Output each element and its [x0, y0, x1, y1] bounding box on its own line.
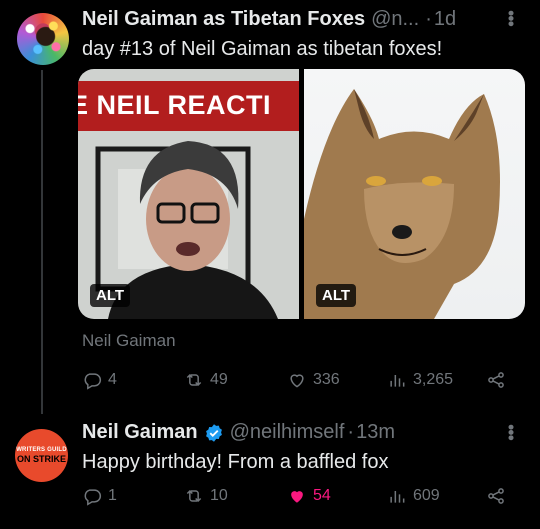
- separator-dot: ·: [425, 8, 432, 30]
- media-image-neil[interactable]: E NEIL REACTI ALT: [78, 69, 299, 319]
- retweet-icon: [186, 489, 202, 503]
- author-name[interactable]: Neil Gaiman as Tibetan Foxes: [82, 8, 365, 31]
- tweet-text: day #13 of Neil Gaiman as tibetan foxes!: [82, 38, 443, 60]
- views-button[interactable]: 609: [387, 486, 440, 506]
- reply-count: 1: [108, 487, 117, 504]
- author-handle[interactable]: @n...: [371, 8, 419, 31]
- separator-dot: ·: [347, 421, 355, 443]
- tweet-header: Neil Gaiman as Tibetan Foxes @n... · 1d: [82, 8, 456, 31]
- more-icon[interactable]: •••: [501, 424, 521, 440]
- like-count: 336: [313, 371, 340, 388]
- alt-badge[interactable]: ALT: [90, 284, 131, 307]
- alt-badge[interactable]: ALT: [316, 284, 357, 307]
- avatar-text-bottom: ON STRIKE: [16, 454, 66, 464]
- share-icon: [488, 372, 504, 388]
- like-count: 54: [313, 487, 331, 504]
- share-button[interactable]: [486, 486, 506, 506]
- view-count: 3,265: [413, 371, 454, 388]
- like-icon: [290, 374, 304, 388]
- like-button[interactable]: 336: [287, 370, 340, 390]
- views-icon: [390, 491, 405, 503]
- timestamp[interactable]: 1d: [434, 8, 456, 31]
- retweet-button[interactable]: 10: [184, 486, 228, 506]
- reply-icon: [84, 373, 102, 390]
- media-image-fox[interactable]: ALT: [304, 69, 525, 319]
- fox-photo: [304, 89, 500, 319]
- like-icon: [291, 491, 303, 503]
- action-bar: 4 49 336 3,265: [82, 370, 514, 396]
- retweet-button[interactable]: 49: [184, 370, 228, 390]
- thread-line: [41, 70, 43, 414]
- retweet-icon: [186, 373, 202, 387]
- share-icon: [488, 488, 504, 504]
- tweet-text: Happy birthday! From a baffled fox: [82, 451, 389, 473]
- reply-icon: [84, 489, 102, 506]
- reply-button[interactable]: 1: [82, 486, 117, 506]
- like-button[interactable]: 54: [287, 486, 331, 506]
- views-button[interactable]: 3,265: [387, 370, 453, 390]
- tweet-1[interactable]: Neil Gaiman as Tibetan Foxes @n... · 1d …: [0, 0, 540, 414]
- reply-count: 4: [108, 371, 117, 388]
- timestamp[interactable]: 13m: [356, 421, 395, 444]
- retweet-count: 10: [210, 487, 228, 504]
- share-button[interactable]: [486, 370, 506, 390]
- media-caption[interactable]: Neil Gaiman: [82, 331, 176, 351]
- retweet-count: 49: [210, 371, 228, 388]
- avatar-text-top: WRITERS GUILD: [16, 447, 67, 453]
- media-grid: E NEIL REACTI ALT ALT: [78, 69, 525, 319]
- tweet-header: Neil Gaiman @neilhimself · 13m: [82, 421, 395, 444]
- author-handle[interactable]: @neilhimself: [230, 421, 345, 444]
- author-name[interactable]: Neil Gaiman: [82, 421, 198, 444]
- action-bar: 1 10 54 609: [82, 486, 514, 512]
- more-icon[interactable]: •••: [501, 10, 521, 26]
- view-count: 609: [413, 487, 440, 504]
- verified-icon: [205, 423, 222, 442]
- neil-photo: [95, 141, 278, 319]
- reply-button[interactable]: 4: [82, 370, 117, 390]
- avatar-neil-gaiman[interactable]: WRITERS GUILD ON STRIKE: [15, 429, 68, 482]
- avatar-tibetan-foxes[interactable]: [17, 13, 69, 65]
- views-icon: [390, 375, 405, 387]
